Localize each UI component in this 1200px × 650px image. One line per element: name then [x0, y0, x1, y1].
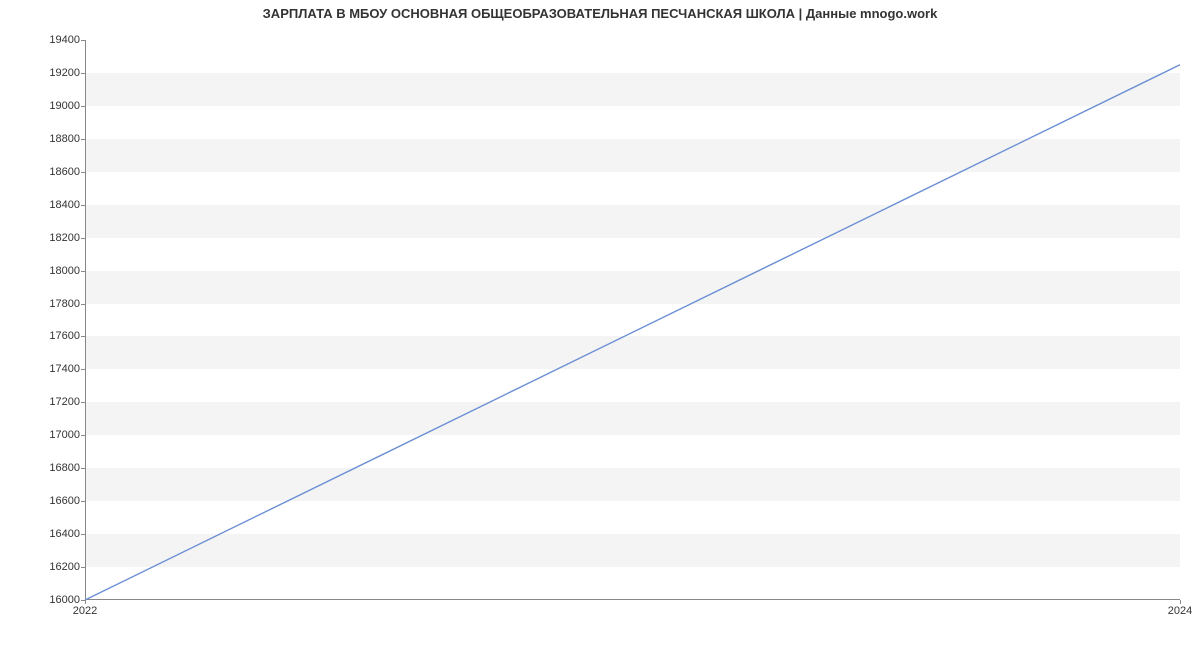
chart-container: ЗАРПЛАТА В МБОУ ОСНОВНАЯ ОБЩЕОБРАЗОВАТЕЛ…: [0, 0, 1200, 650]
y-tick-mark: [81, 73, 85, 74]
y-tick-mark: [81, 402, 85, 403]
y-tick-mark: [81, 40, 85, 41]
y-tick-label: 19200: [10, 67, 80, 79]
y-tick-label: 16200: [10, 561, 80, 573]
y-tick-mark: [81, 468, 85, 469]
y-tick-label: 18400: [10, 199, 80, 211]
x-tick-mark: [85, 600, 86, 604]
y-tick-mark: [81, 501, 85, 502]
y-tick-label: 16400: [10, 528, 80, 540]
y-tick-mark: [81, 534, 85, 535]
series-line: [85, 65, 1180, 600]
y-tick-mark: [81, 106, 85, 107]
y-tick-label: 19000: [10, 100, 80, 112]
y-tick-label: 17000: [10, 429, 80, 441]
chart-title: ЗАРПЛАТА В МБОУ ОСНОВНАЯ ОБЩЕОБРАЗОВАТЕЛ…: [0, 6, 1200, 21]
y-tick-label: 17400: [10, 363, 80, 375]
y-tick-mark: [81, 238, 85, 239]
x-tick-mark: [1180, 600, 1181, 604]
y-tick-label: 16800: [10, 462, 80, 474]
line-layer: [85, 40, 1180, 600]
y-tick-mark: [81, 369, 85, 370]
y-tick-mark: [81, 205, 85, 206]
y-tick-mark: [81, 271, 85, 272]
y-tick-label: 19400: [10, 34, 80, 46]
y-tick-label: 18600: [10, 166, 80, 178]
y-tick-mark: [81, 435, 85, 436]
y-tick-label: 16000: [10, 594, 80, 606]
y-tick-mark: [81, 567, 85, 568]
y-tick-label: 18800: [10, 133, 80, 145]
y-tick-label: 16600: [10, 495, 80, 507]
y-tick-label: 18000: [10, 265, 80, 277]
x-tick-label: 2024: [1168, 605, 1192, 617]
y-tick-mark: [81, 139, 85, 140]
y-tick-mark: [81, 304, 85, 305]
x-tick-label: 2022: [73, 605, 97, 617]
y-tick-label: 17800: [10, 298, 80, 310]
y-tick-label: 17600: [10, 330, 80, 342]
y-tick-mark: [81, 336, 85, 337]
y-tick-label: 18200: [10, 232, 80, 244]
y-tick-mark: [81, 172, 85, 173]
y-tick-label: 17200: [10, 396, 80, 408]
